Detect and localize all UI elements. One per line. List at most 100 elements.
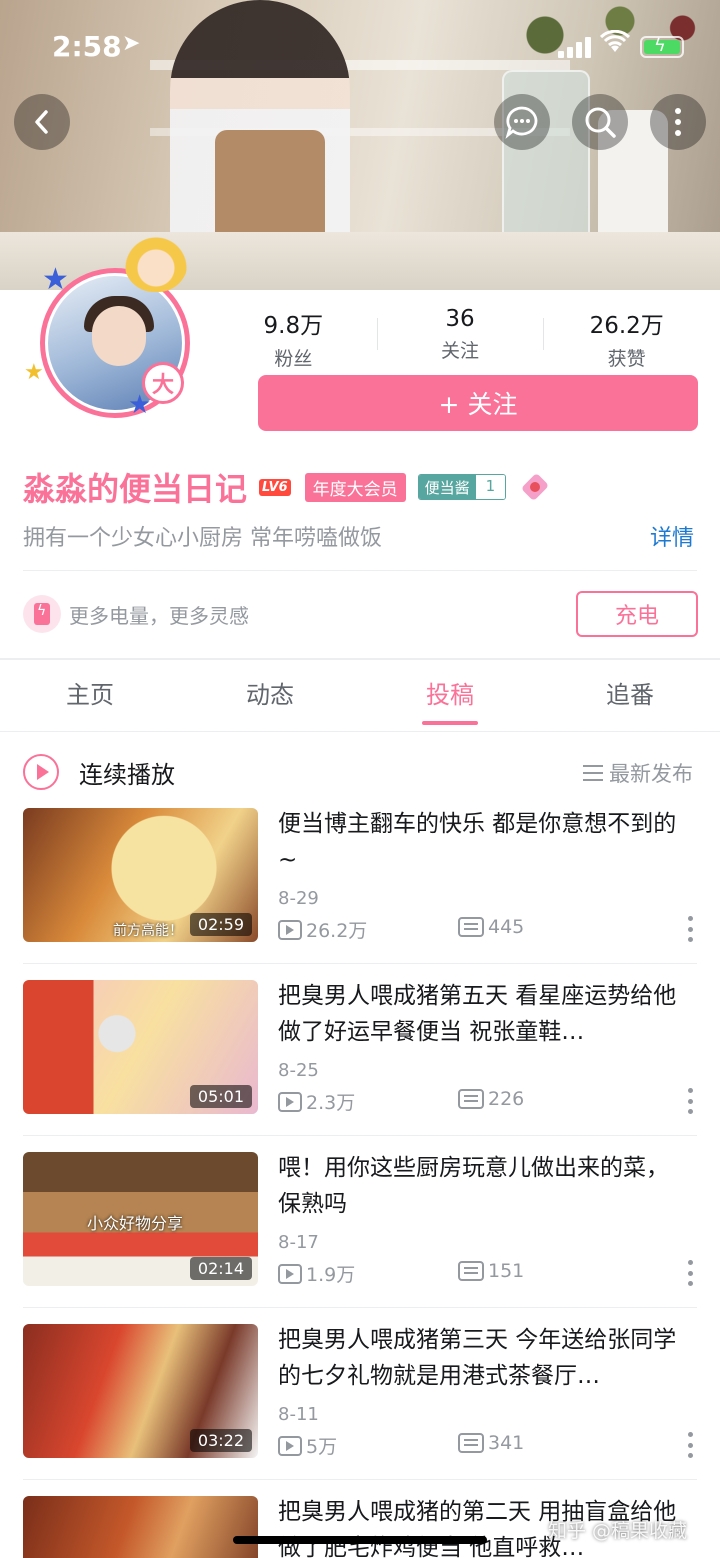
stat-label: 获赞: [607, 348, 646, 370]
video-views: 5万: [278, 1432, 337, 1459]
battery-charging-icon: ϟ: [640, 35, 684, 58]
vertical-dots-icon: [675, 108, 681, 136]
follow-button[interactable]: + 关注: [258, 375, 698, 431]
video-date: 8-25: [278, 1060, 319, 1081]
charge-text: 更多电量，更多灵感: [69, 603, 249, 628]
vip-badge[interactable]: 年度大会员: [304, 472, 406, 502]
video-title[interactable]: 把臭男人喂成猪第三天 今年送给张同学的七夕礼物就是用港式茶餐厅…: [278, 1322, 688, 1394]
avatar[interactable]: ★ ★ ★ 大: [24, 232, 194, 420]
play-count-icon: [278, 1263, 302, 1284]
video-item[interactable]: 03:22 把臭男人喂成猪第三天 今年送给张同学的七夕礼物就是用港式茶餐厅… 8…: [0, 1308, 720, 1480]
video-thumbnail[interactable]: 05:01: [23, 980, 258, 1114]
video-danmaku: 226: [458, 1088, 524, 1110]
video-item[interactable]: 前方高能！ 02:59 便当博主翻车的快乐 都是你意想不到的~ 8-29 26.…: [0, 792, 720, 964]
home-indicator[interactable]: [233, 1536, 487, 1544]
star-icon: ★: [24, 360, 44, 385]
search-icon: [585, 107, 616, 138]
video-title[interactable]: 把臭男人喂成猪第五天 看星座运势给他做了好运早餐便当 祝张童鞋…: [278, 978, 688, 1050]
play-count-icon: [278, 1435, 302, 1456]
avatar-pendant-icon: [124, 232, 188, 292]
stat-likes[interactable]: 26.2万 获赞: [543, 306, 710, 370]
danmaku-icon: [458, 1089, 484, 1109]
tab-dynamics[interactable]: 动态: [180, 660, 360, 731]
level-badge: LV6: [259, 478, 291, 496]
video-date: 8-17: [278, 1232, 319, 1253]
video-item[interactable]: 小众好物分享 02:14 喂！用你这些厨房玩意儿做出来的菜，保熟吗 8-17 1…: [0, 1136, 720, 1308]
detail-link[interactable]: 详情: [650, 520, 694, 552]
sort-button[interactable]: 最新发布: [583, 758, 693, 788]
danmaku-icon: [458, 1433, 484, 1453]
fan-medal-name: 便当酱: [418, 475, 476, 499]
profile-stats: 9.8万 粉丝 36 关注 26.2万 获赞: [210, 306, 710, 370]
video-danmaku: 341: [458, 1432, 524, 1454]
stat-label: 关注: [441, 340, 480, 362]
message-button[interactable]: [494, 94, 550, 150]
stat-followers[interactable]: 9.8万 粉丝: [210, 306, 377, 370]
play-circle-icon: [23, 754, 59, 790]
sort-label: 最新发布: [609, 762, 693, 786]
charge-row: 更多电量，更多灵感 充电: [23, 591, 698, 637]
video-thumbnail[interactable]: 03:22: [23, 1324, 258, 1458]
video-more-button[interactable]: [682, 1432, 698, 1458]
back-button[interactable]: [14, 94, 70, 150]
continuous-play-label: 连续播放: [79, 760, 175, 789]
video-danmaku: 445: [458, 916, 524, 938]
thumbnail-caption: 前方高能！: [113, 923, 183, 939]
video-duration: 02:14: [189, 1257, 252, 1280]
fan-medal-badge[interactable]: 便当酱 1: [417, 474, 507, 500]
danmaku-count: 151: [488, 1260, 525, 1282]
status-time: 2:58: [52, 30, 122, 63]
decoration-medal-icon[interactable]: [520, 472, 550, 502]
danmaku-icon: [458, 917, 484, 937]
view-count: 1.9万: [306, 1264, 356, 1286]
tab-home[interactable]: 主页: [0, 660, 180, 731]
username-row: 淼淼的便当日记 LV6 年度大会员 便当酱 1: [23, 465, 550, 509]
video-more-button[interactable]: [682, 916, 698, 942]
play-count-icon: [278, 919, 302, 940]
video-danmaku: 151: [458, 1260, 524, 1282]
view-count: 26.2万: [306, 920, 368, 942]
search-button[interactable]: [572, 94, 628, 150]
chevron-left-icon: [35, 110, 48, 134]
battery-charge-icon: [23, 595, 61, 633]
list-sort-icon: [583, 765, 603, 781]
star-icon: ★: [42, 262, 69, 297]
video-title[interactable]: 喂！用你这些厨房玩意儿做出来的菜，保熟吗: [278, 1150, 688, 1222]
play-count-icon: [278, 1091, 302, 1112]
video-thumbnail[interactable]: 小众好物分享 02:14: [23, 1152, 258, 1286]
video-duration: 05:01: [189, 1085, 252, 1108]
stat-following[interactable]: 36 关注: [376, 306, 544, 366]
view-count: 5万: [306, 1436, 338, 1458]
danmaku-count: 341: [488, 1432, 525, 1454]
navigation-arrow-icon: ➤: [122, 31, 141, 56]
username: 淼淼的便当日记: [23, 470, 248, 508]
stat-value: 9.8万: [263, 313, 324, 339]
video-duration: 03:22: [189, 1429, 252, 1452]
fan-medal-level: 1: [475, 475, 506, 499]
verified-badge: 大: [142, 362, 184, 404]
charge-button[interactable]: 充电: [576, 591, 698, 637]
danmaku-count: 445: [488, 916, 525, 938]
video-title[interactable]: 便当博主翻车的快乐 都是你意想不到的~: [278, 806, 688, 878]
watermark: 知乎 @稿果收藏: [548, 1520, 688, 1542]
more-options-button[interactable]: [650, 94, 706, 150]
video-date: 8-11: [278, 1404, 319, 1425]
divider: [23, 570, 697, 571]
video-more-button[interactable]: [682, 1260, 698, 1286]
video-thumbnail[interactable]: 前方高能！ 02:59: [23, 808, 258, 942]
thumbnail-caption: 小众好物分享: [87, 1214, 184, 1233]
video-views: 2.3万: [278, 1088, 355, 1115]
video-date: 8-29: [278, 888, 319, 909]
video-more-button[interactable]: [682, 1088, 698, 1114]
profile-tabs: 主页 动态 投稿 追番: [0, 660, 720, 732]
video-item[interactable]: 05:01 把臭男人喂成猪第五天 看星座运势给他做了好运早餐便当 祝张童鞋… 8…: [0, 964, 720, 1136]
tab-bangumi[interactable]: 追番: [540, 660, 720, 731]
wifi-icon: [599, 29, 631, 61]
view-count: 2.3万: [306, 1092, 356, 1114]
chat-bubble-icon: [505, 106, 538, 139]
tab-uploads[interactable]: 投稿: [360, 660, 540, 731]
continuous-play-row[interactable]: 连续播放 最新发布: [23, 752, 697, 792]
video-thumbnail[interactable]: [23, 1496, 258, 1558]
stat-value: 26.2万: [589, 313, 664, 339]
danmaku-icon: [458, 1261, 484, 1281]
